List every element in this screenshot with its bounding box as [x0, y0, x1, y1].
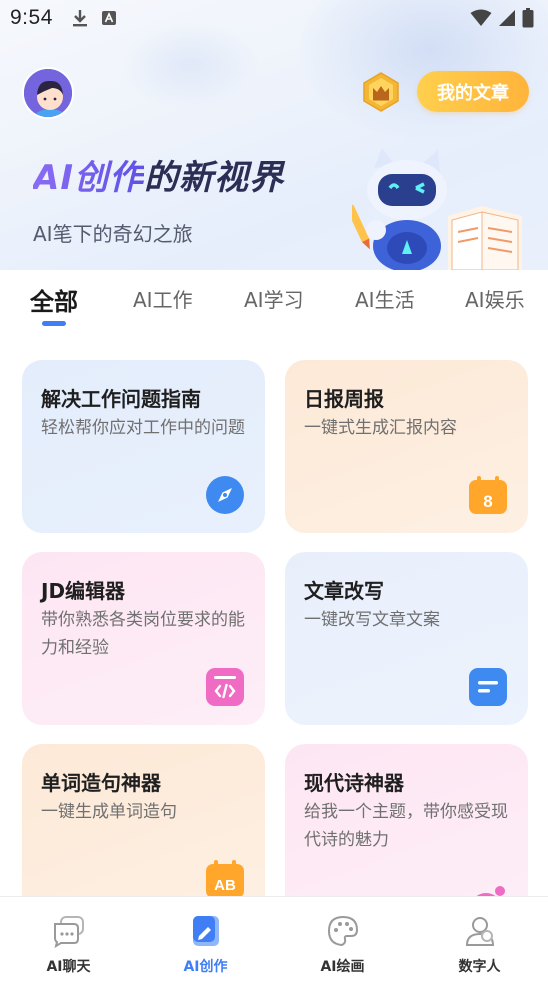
card-word-sentence[interactable]: 单词造句神器 一键生成单词造句 AB [22, 744, 265, 896]
hero-title-highlight: AI创作 [33, 158, 144, 198]
svg-text:AB: AB [214, 877, 236, 894]
nav-digital-human[interactable]: 数字人 [411, 897, 548, 982]
bottom-navigation: AI聊天 AI创作 AI绘画 数字人 [0, 896, 548, 982]
card-article-rewrite[interactable]: 文章改写 一键改写文章文案 [285, 552, 528, 725]
wifi-icon [470, 9, 492, 26]
tool-cards-grid: 解决工作问题指南 轻松帮你应对工作中的问题 日报周报 一键式生成汇报内容 8 J… [0, 340, 548, 896]
card-title: 解决工作问题指南 [41, 387, 201, 411]
card-daily-weekly-report[interactable]: 日报周报 一键式生成汇报内容 8 [285, 360, 528, 533]
chat-icon [53, 916, 84, 948]
create-icon [192, 916, 219, 946]
nav-label: 数字人 [458, 959, 501, 975]
nav-label: AI创作 [183, 959, 228, 975]
card-description: 轻松帮你应对工作中的问题 [41, 418, 245, 438]
ab-icon: AB [206, 860, 244, 896]
hero-subtitle: AI笔下的奇幻之旅 [33, 222, 193, 246]
keyboard-a-icon [101, 11, 116, 25]
poem-icon [476, 886, 505, 896]
palette-icon [327, 915, 358, 947]
card-description: 给我一个主题，带你感受现代诗的魅力 [304, 802, 508, 850]
card-title: 日报周报 [304, 387, 384, 411]
tab-ai-work[interactable]: AI工作 [133, 284, 193, 313]
code-icon [206, 668, 244, 706]
card-title: JD编辑器 [41, 579, 126, 603]
signal-icon [499, 10, 515, 26]
card-description: 一键生成单词造句 [41, 802, 177, 822]
download-icon [72, 10, 87, 27]
tab-ai-life[interactable]: AI生活 [355, 284, 415, 313]
card-title: 单词造句神器 [41, 771, 161, 795]
card-description: 带你熟悉各类岗位要求的能力和经验 [41, 610, 245, 658]
calendar-icon: 8 [469, 476, 507, 514]
nav-ai-chat[interactable]: AI聊天 [0, 897, 137, 982]
compass-icon [206, 476, 244, 514]
tab-ai-study[interactable]: AI学习 [244, 284, 304, 313]
status-bar: 9:54 [0, 0, 548, 36]
card-modern-poem[interactable]: 现代诗神器 给我一个主题，带你感受现代诗的魅力 [285, 744, 528, 896]
nav-label: AI聊天 [46, 959, 91, 975]
status-time: 9:54 [10, 6, 53, 29]
svg-text:8: 8 [483, 492, 492, 511]
card-jd-editor[interactable]: JD编辑器 带你熟悉各类岗位要求的能力和经验 [22, 552, 265, 725]
battery-icon [522, 8, 534, 28]
nav-ai-paint[interactable]: AI绘画 [274, 897, 411, 982]
card-title: 现代诗神器 [304, 771, 404, 795]
document-icon [469, 668, 507, 706]
hero-title: AI创作的新视界 [33, 150, 284, 199]
card-title: 文章改写 [304, 579, 384, 603]
person-icon [465, 917, 494, 946]
my-articles-button[interactable]: 我的文章 [417, 71, 529, 112]
card-description: 一键改写文章文案 [304, 610, 440, 630]
user-avatar[interactable] [22, 67, 74, 119]
crown-icon[interactable] [360, 71, 402, 113]
nav-label: AI绘画 [320, 959, 365, 975]
active-tab-indicator [42, 321, 66, 326]
card-work-guide[interactable]: 解决工作问题指南 轻松帮你应对工作中的问题 [22, 360, 265, 533]
category-tabs: 全部 AI工作 AI学习 AI生活 AI娱乐 [0, 270, 548, 340]
robot-mascot-icon [352, 148, 522, 270]
tab-all[interactable]: 全部 [30, 282, 78, 317]
hero-title-rest: 的新视界 [143, 158, 284, 198]
tab-ai-entertainment[interactable]: AI娱乐 [465, 284, 525, 313]
card-description: 一键式生成汇报内容 [304, 418, 457, 438]
nav-ai-create[interactable]: AI创作 [137, 897, 274, 982]
